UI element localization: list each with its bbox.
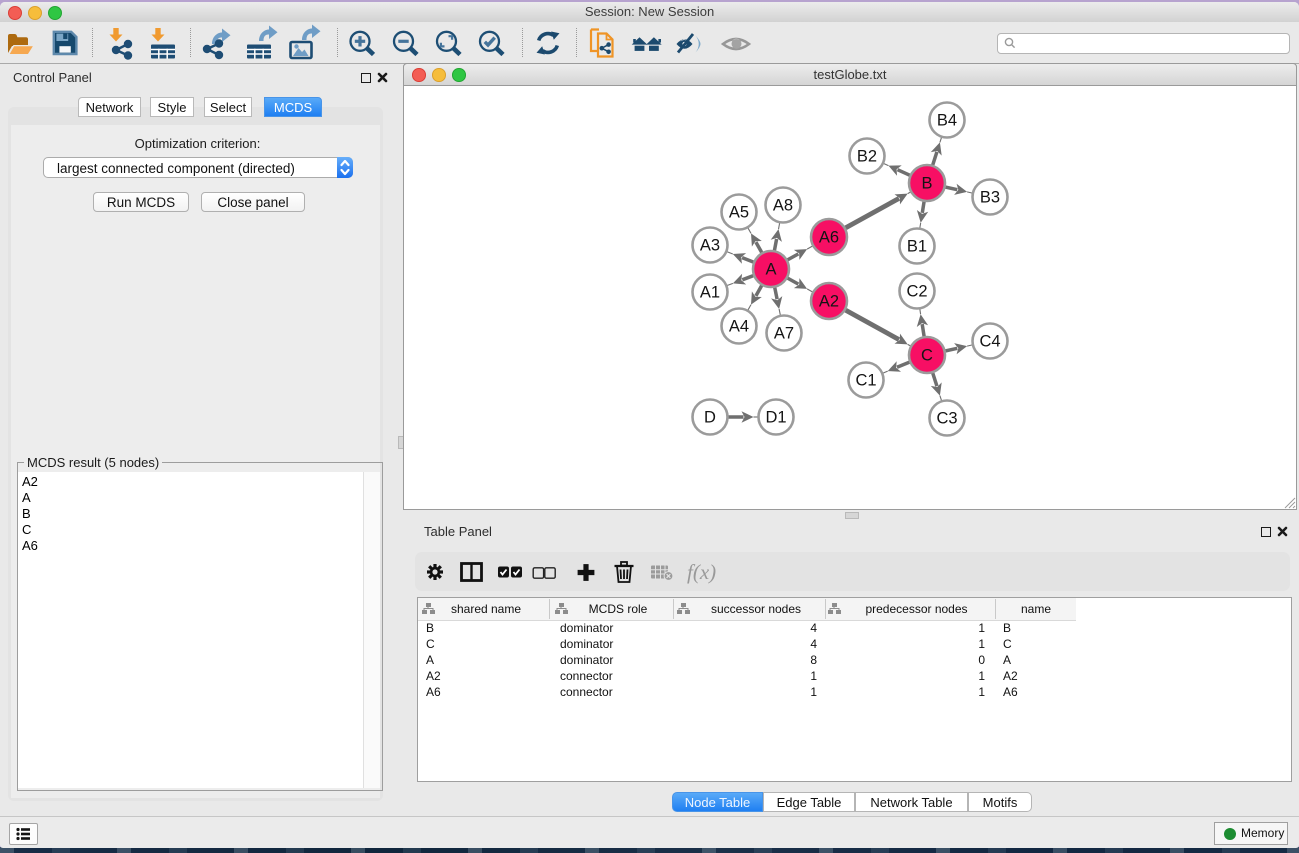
svg-text:C1: C1 (855, 372, 876, 390)
svg-text:A3: A3 (700, 237, 720, 255)
svg-text:C2: C2 (906, 283, 927, 301)
svg-text:A5: A5 (729, 204, 749, 222)
svg-text:A1: A1 (700, 284, 720, 302)
svg-text:A2: A2 (819, 293, 839, 311)
svg-text:B: B (921, 175, 932, 193)
svg-text:A4: A4 (729, 318, 749, 336)
svg-text:B2: B2 (857, 148, 877, 166)
svg-text:A8: A8 (773, 197, 793, 215)
svg-text:B1: B1 (907, 238, 927, 256)
svg-text:D: D (704, 409, 716, 427)
svg-text:A7: A7 (774, 325, 794, 343)
svg-text:A6: A6 (819, 229, 839, 247)
svg-text:f(x): f(x) (687, 560, 716, 584)
svg-text:B4: B4 (937, 112, 957, 130)
svg-text:A: A (765, 261, 776, 279)
svg-text:C: C (921, 347, 933, 365)
svg-text:D1: D1 (765, 409, 786, 427)
svg-text:C4: C4 (979, 333, 1000, 351)
svg-text:C3: C3 (936, 410, 957, 428)
svg-text:B3: B3 (980, 189, 1000, 207)
